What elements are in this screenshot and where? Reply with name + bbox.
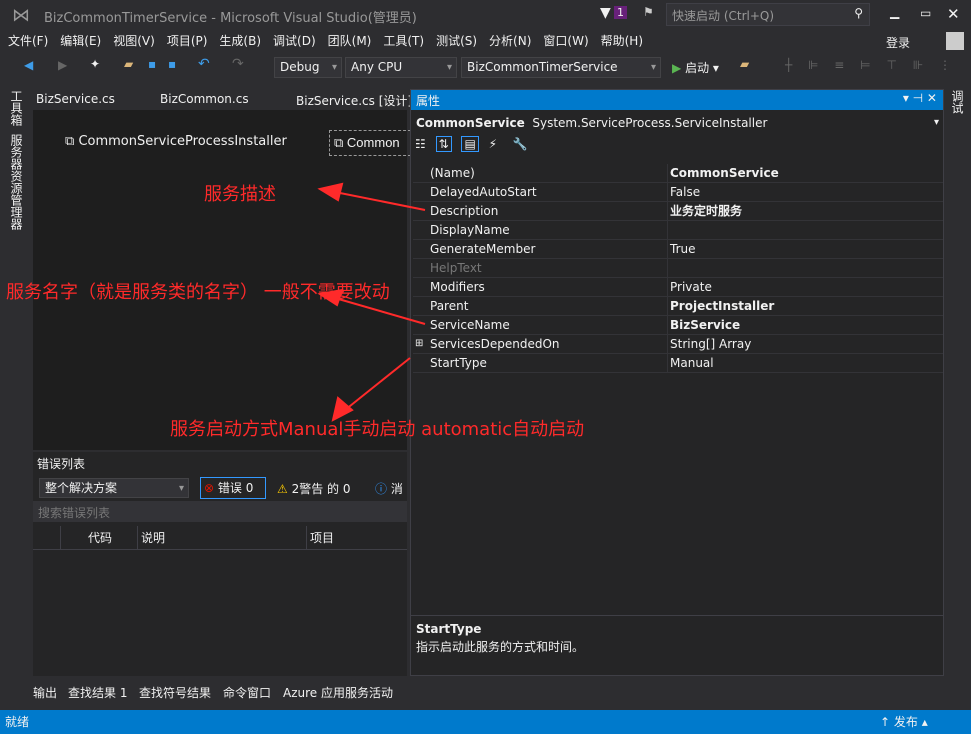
annotation-arrows [317, 182, 426, 422]
arrowhead [317, 288, 344, 307]
status-bar: 就绪 ↑ 发布 ▴ [0, 710, 971, 734]
bottom-tab-azure[interactable]: Azure 应用服务活动 [283, 684, 393, 701]
arrow-start-type [344, 357, 411, 411]
arrowhead [331, 396, 354, 422]
bottom-tab-command[interactable]: 命令窗口 [223, 684, 271, 701]
publish-button[interactable]: ↑ 发布 ▴ [880, 710, 928, 734]
bottom-tab-find-symbol[interactable]: 查找符号结果 [139, 684, 211, 701]
publish-label: 发布 [893, 715, 918, 729]
arrow-service-name [334, 297, 426, 325]
arrowhead [317, 182, 344, 202]
arrow-description [334, 191, 426, 211]
status-text: 就绪 [5, 715, 30, 729]
bottom-tab-find-results[interactable]: 查找结果 1 [68, 684, 127, 701]
bottom-tab-output[interactable]: 输出 [33, 684, 57, 701]
